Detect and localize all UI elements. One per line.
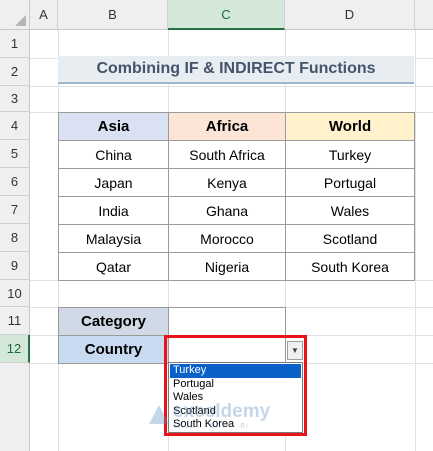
table-cell[interactable]: Scotland: [285, 224, 415, 253]
column-header-c[interactable]: C: [168, 0, 285, 30]
row-header-12[interactable]: 12: [0, 335, 30, 363]
row-header-10[interactable]: 10: [0, 280, 30, 307]
row-header-7[interactable]: 7: [0, 196, 30, 224]
row-header-9[interactable]: 9: [0, 252, 30, 280]
row-header-5[interactable]: 5: [0, 140, 30, 168]
table-cell[interactable]: Morocco: [168, 224, 286, 253]
row-header-8[interactable]: 8: [0, 224, 30, 252]
table-cell[interactable]: Turkey: [285, 140, 415, 169]
select-all-corner[interactable]: [0, 0, 30, 30]
table-cell[interactable]: Wales: [285, 196, 415, 225]
table-cell[interactable]: South Korea: [285, 252, 415, 281]
watermark: exceldemy EXCEL · DATA · BI: [148, 398, 288, 432]
gridline: [415, 30, 416, 451]
table-cell[interactable]: Ghana: [168, 196, 286, 225]
row-header-2[interactable]: 2: [0, 58, 30, 86]
row-header-4[interactable]: 4: [0, 112, 30, 140]
table-cell[interactable]: Qatar: [58, 252, 169, 281]
column-header-b[interactable]: B: [58, 0, 168, 30]
table-cell[interactable]: South Africa: [168, 140, 286, 169]
header-world[interactable]: World: [285, 112, 415, 141]
category-label: Category: [58, 307, 169, 336]
column-header-d[interactable]: D: [285, 0, 415, 30]
row-header-11[interactable]: 11: [0, 307, 30, 335]
exceldemy-logo-icon: [149, 405, 169, 424]
row-header-1[interactable]: 1: [0, 30, 30, 58]
category-input-cell[interactable]: [168, 307, 286, 336]
column-header-e[interactable]: [415, 0, 433, 30]
country-label: Country: [58, 335, 169, 364]
row-header-blank: [0, 363, 30, 451]
select-all-triangle-icon: [15, 15, 26, 26]
header-asia[interactable]: Asia: [58, 112, 169, 141]
row-header-3[interactable]: 3: [0, 86, 30, 112]
gridline: [30, 86, 433, 87]
table-cell[interactable]: Portugal: [285, 168, 415, 197]
table-cell[interactable]: India: [58, 196, 169, 225]
watermark-name: exceldemy: [173, 400, 271, 422]
table-cell[interactable]: Japan: [58, 168, 169, 197]
header-africa[interactable]: Africa: [168, 112, 286, 141]
row-header-6[interactable]: 6: [0, 168, 30, 196]
column-header-a[interactable]: A: [30, 0, 58, 30]
watermark-tagline: EXCEL · DATA · BI: [173, 422, 249, 430]
table-cell[interactable]: Nigeria: [168, 252, 286, 281]
table-cell[interactable]: Malaysia: [58, 224, 169, 253]
table-cell[interactable]: China: [58, 140, 169, 169]
sheet-title[interactable]: Combining IF & INDIRECT Functions: [58, 56, 414, 84]
table-cell[interactable]: Kenya: [168, 168, 286, 197]
